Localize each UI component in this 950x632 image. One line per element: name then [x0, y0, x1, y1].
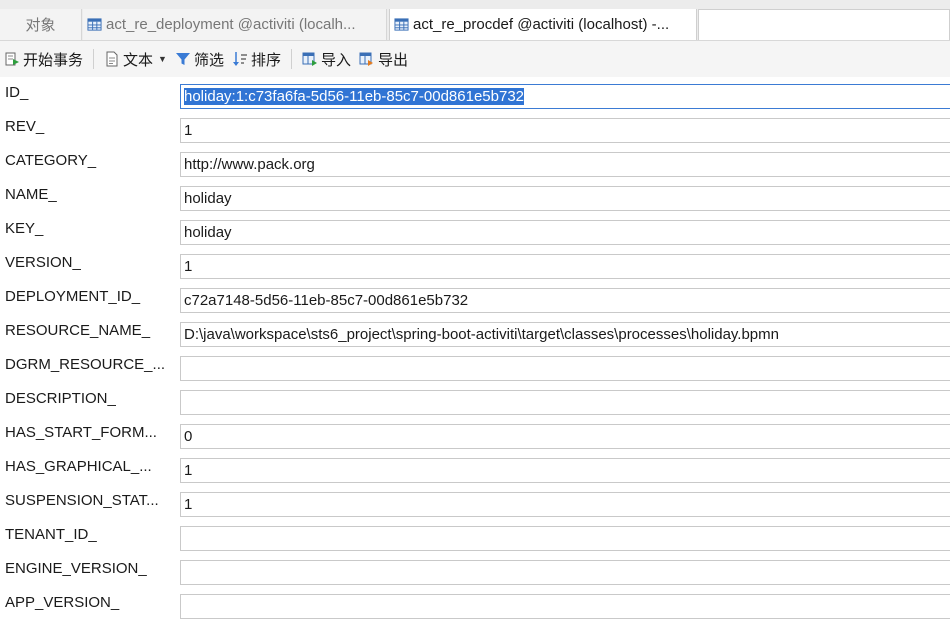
field-label: APP_VERSION_ — [5, 594, 120, 611]
field-row-dgrm-resource: DGRM_RESOURCE_... — [0, 352, 950, 386]
field-input-app-version[interactable] — [180, 594, 950, 619]
field-input-has-graphical[interactable]: 1 — [180, 458, 950, 483]
sort-button[interactable]: 排序 — [228, 46, 285, 72]
export-icon — [359, 52, 373, 66]
document-icon — [106, 51, 118, 67]
chevron-down-icon[interactable]: ▼ — [158, 54, 167, 64]
field-label: VERSION_ — [5, 254, 81, 271]
transaction-icon — [5, 52, 19, 66]
field-input-category[interactable]: http://www.pack.org — [180, 152, 950, 177]
tab-act-re-deployment-label: act_re_deployment @activiti (localh... — [106, 16, 356, 33]
field-input-version[interactable]: 1 — [180, 254, 950, 279]
tab-empty-area — [698, 9, 950, 40]
toolbar: 开始事务 文本 ▼ 筛选 排序 导入 导出 — [0, 41, 950, 77]
field-label: DEPLOYMENT_ID_ — [5, 288, 141, 305]
field-input-name[interactable]: holiday — [180, 186, 950, 211]
field-row-resource-name: RESOURCE_NAME_ D:\java\workspace\sts6_pr… — [0, 318, 950, 352]
field-label: HAS_START_FORM... — [5, 424, 157, 441]
field-label: DGRM_RESOURCE_... — [5, 356, 165, 373]
field-row-description: DESCRIPTION_ — [0, 386, 950, 420]
export-button[interactable]: 导出 — [355, 46, 412, 72]
field-input-tenant-id[interactable] — [180, 526, 950, 551]
filter-label: 筛选 — [193, 51, 224, 69]
begin-transaction-button[interactable]: 开始事务 — [0, 46, 87, 72]
field-label: DESCRIPTION_ — [5, 390, 116, 407]
field-input-deployment-id[interactable]: c72a7148-5d56-11eb-85c7-00d861e5b732 — [180, 288, 950, 313]
tab-bar: 对象 act_re_deployment @activiti (localh..… — [0, 0, 950, 41]
field-input-has-start-form[interactable]: 0 — [180, 424, 950, 449]
field-input-engine-version[interactable] — [180, 560, 950, 585]
field-input-dgrm-resource[interactable] — [180, 356, 950, 381]
field-row-category: CATEGORY_ http://www.pack.org — [0, 148, 950, 182]
field-input-key[interactable]: holiday — [180, 220, 950, 245]
field-label: HAS_GRAPHICAL_... — [5, 458, 152, 475]
table-icon — [394, 18, 409, 31]
field-row-has-start-form: HAS_START_FORM... 0 — [0, 420, 950, 454]
tab-act-re-deployment[interactable]: act_re_deployment @activiti (localh... — [83, 9, 387, 40]
field-row-id: ID_ holiday:1:c73fa6fa-5d56-11eb-85c7-00… — [0, 80, 950, 114]
tab-objects[interactable]: 对象 — [0, 9, 82, 40]
import-icon — [302, 52, 317, 66]
field-input-resource-name[interactable]: D:\java\workspace\sts6_project\spring-bo… — [180, 322, 950, 347]
field-row-rev: REV_ 1 — [0, 114, 950, 148]
field-row-name: NAME_ holiday — [0, 182, 950, 216]
import-label: 导入 — [320, 51, 351, 69]
export-label: 导出 — [378, 51, 409, 69]
field-row-key: KEY_ holiday — [0, 216, 950, 250]
import-button[interactable]: 导入 — [298, 46, 355, 72]
sort-icon — [232, 52, 247, 66]
field-input-suspension-state[interactable]: 1 — [180, 492, 950, 517]
field-input-id[interactable]: holiday:1:c73fa6fa-5d56-11eb-85c7-00d861… — [180, 84, 950, 109]
tab-act-re-procdef-label: act_re_procdef @activiti (localhost) -..… — [413, 16, 670, 33]
field-row-engine-version: ENGINE_VERSION_ — [0, 556, 950, 590]
field-label: CATEGORY_ — [5, 152, 97, 169]
begin-transaction-label: 开始事务 — [23, 51, 84, 69]
sort-label: 排序 — [250, 51, 281, 69]
toolbar-divider — [290, 49, 292, 69]
toolbar-divider — [93, 49, 95, 69]
field-label: KEY_ — [5, 220, 44, 237]
field-row-deployment-id: DEPLOYMENT_ID_ c72a7148-5d56-11eb-85c7-0… — [0, 284, 950, 318]
tab-act-re-procdef[interactable]: act_re_procdef @activiti (localhost) -..… — [389, 9, 697, 40]
text-view-label: 文本 — [123, 51, 154, 69]
field-row-app-version: APP_VERSION_ — [0, 590, 950, 624]
field-row-has-graphical: HAS_GRAPHICAL_... 1 — [0, 454, 950, 488]
text-view-button[interactable]: 文本 ▼ — [100, 46, 171, 72]
field-label: SUSPENSION_STAT... — [5, 492, 159, 509]
field-label: TENANT_ID_ — [5, 526, 97, 543]
field-row-suspension-state: SUSPENSION_STAT... 1 — [0, 488, 950, 522]
field-label: RESOURCE_NAME_ — [5, 322, 151, 339]
field-row-tenant-id: TENANT_ID_ — [0, 522, 950, 556]
selected-text[interactable]: holiday:1:c73fa6fa-5d56-11eb-85c7-00d861… — [184, 88, 524, 105]
filter-button[interactable]: 筛选 — [171, 46, 228, 72]
field-input-description[interactable] — [180, 390, 950, 415]
field-label: REV_ — [5, 118, 45, 135]
filter-icon — [175, 53, 190, 65]
field-input-rev[interactable]: 1 — [180, 118, 950, 143]
table-icon — [87, 18, 102, 31]
tab-objects-label: 对象 — [25, 17, 56, 34]
field-label: ID_ — [5, 84, 29, 101]
field-row-version: VERSION_ 1 — [0, 250, 950, 284]
field-label: NAME_ — [5, 186, 57, 203]
field-label: ENGINE_VERSION_ — [5, 560, 147, 577]
